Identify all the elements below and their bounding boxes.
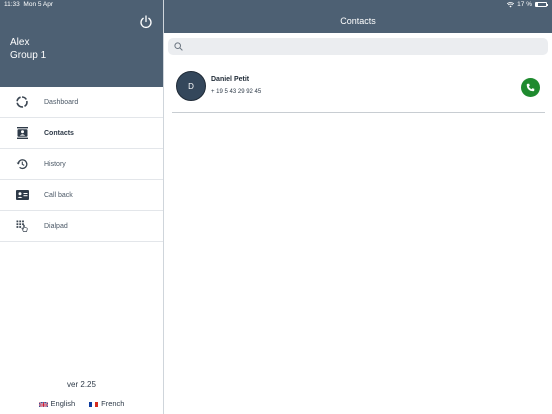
language-label: English [50, 399, 76, 408]
sidebar-item-label: History [44, 160, 66, 168]
language-french[interactable]: French [89, 399, 124, 408]
language-english[interactable]: English [38, 399, 76, 408]
sidebar-item-callback[interactable]: Call back [0, 180, 163, 211]
status-right: 17 % [507, 1, 548, 8]
avatar: D [176, 71, 206, 101]
contact-name: Daniel Petit [211, 76, 250, 83]
battery-percent: 17 % [517, 1, 532, 8]
user-group: Group 1 [10, 50, 47, 61]
callback-icon [15, 188, 29, 202]
app-version: ver 2.25 [67, 380, 96, 389]
contacts-icon [15, 126, 29, 140]
language-selector: English French [0, 399, 163, 408]
sidebar-item-label: Dialpad [44, 222, 68, 230]
sidebar-item-label: Call back [44, 191, 73, 199]
wifi-icon [507, 1, 515, 7]
sidebar-item-label: Contacts [44, 129, 74, 137]
fr-flag-icon [89, 401, 99, 407]
contact-row[interactable]: D Daniel Petit + 19 5 43 29 92 45 [172, 68, 545, 113]
sidebar-item-label: Dashboard [44, 98, 79, 106]
status-date: Mon 5 Apr [23, 1, 54, 8]
sidebar-item-dashboard[interactable]: Dashboard [0, 87, 163, 118]
contact-phone: + 19 5 43 29 92 45 [211, 89, 262, 95]
status-time-date: 11:33 Mon 5 Apr [4, 1, 53, 8]
power-icon[interactable] [139, 15, 153, 29]
sidebar-menu: Dashboard Contacts History Call back Dia… [0, 87, 163, 242]
search-box[interactable] [168, 38, 548, 57]
dashboard-icon [15, 95, 29, 109]
sidebar-item-contacts[interactable]: Contacts [0, 118, 163, 149]
call-button[interactable] [521, 78, 540, 97]
status-bar: 11:33 Mon 5 Apr 17 % [0, 0, 552, 10]
sidebar: Alex Group 1 Dashboard Contacts History … [0, 0, 164, 414]
page-title: Contacts [340, 16, 376, 26]
phone-icon [526, 83, 535, 92]
user-name: Alex [10, 37, 30, 48]
search-icon [174, 42, 183, 51]
profile-panel: Alex Group 1 [0, 0, 163, 87]
battery-icon [535, 2, 548, 7]
status-time: 11:33 [4, 1, 20, 8]
search-bar [164, 33, 552, 61]
search-input[interactable] [186, 38, 540, 57]
dialpad-icon [15, 219, 29, 233]
language-label: French [101, 399, 125, 408]
uk-flag-icon [38, 401, 48, 407]
sidebar-item-dialpad[interactable]: Dialpad [0, 211, 163, 242]
sidebar-item-history[interactable]: History [0, 149, 163, 180]
history-icon [15, 157, 29, 171]
